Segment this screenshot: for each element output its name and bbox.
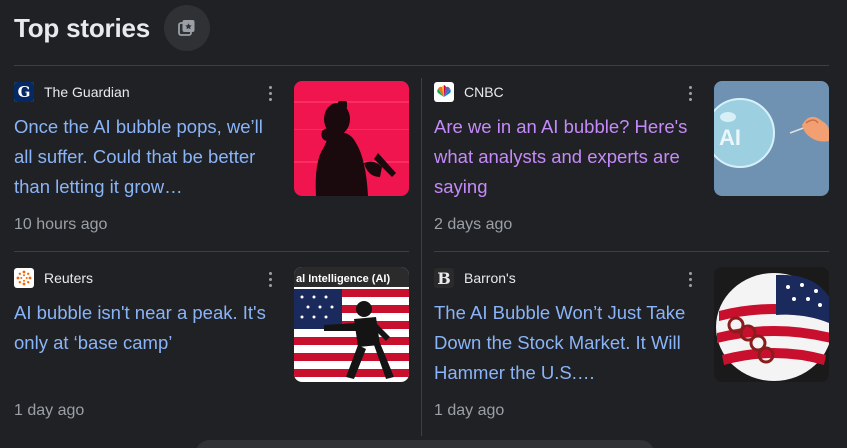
cnbc-logo-icon [434, 82, 454, 102]
more-options-button[interactable] [680, 82, 700, 104]
story-headline-link[interactable]: Once the AI bubble pops, we’ll all suffe… [14, 112, 276, 202]
story-card[interactable]: Reuters AI bubble isn't near a peak. It'… [14, 266, 414, 446]
story-timestamp: 1 day ago [434, 402, 505, 419]
story-thumbnail[interactable] [294, 81, 409, 196]
thumbnail-caption: al Intelligence (AI) [296, 273, 390, 285]
guardian-logo-icon: G [14, 82, 34, 102]
story-timestamp: 2 days ago [434, 216, 513, 233]
barrons-logo-icon: B [434, 268, 454, 288]
story-headline-link[interactable]: Are we in an AI bubble? Here's what anal… [434, 112, 696, 202]
story-thumbnail[interactable]: AI [714, 81, 829, 196]
news-stack-icon [178, 20, 195, 36]
story-headline-link[interactable]: AI bubble isn't near a peak. It's only a… [14, 298, 276, 358]
reuters-logo-icon [14, 268, 34, 288]
story-thumbnail[interactable] [714, 267, 829, 382]
more-options-button[interactable] [260, 82, 280, 104]
bubble-label: AI [719, 125, 741, 150]
section-title: Top stories [14, 12, 151, 43]
source-name: The Guardian [44, 84, 130, 100]
story-source: G The Guardian [14, 82, 130, 102]
story-timestamp: 10 hours ago [14, 216, 108, 233]
more-options-button[interactable] [260, 268, 280, 290]
story-card[interactable]: B Barron's The AI Bubble Won’t Just Take… [434, 266, 834, 446]
divider [14, 65, 829, 66]
story-card[interactable]: CNBC Are we in an AI bubble? Here's what… [434, 80, 834, 260]
story-source: Reuters [14, 268, 93, 288]
column-divider [421, 78, 422, 436]
story-timestamp: 1 day ago [14, 402, 85, 419]
svg-text:G: G [18, 83, 31, 101]
story-card[interactable]: G The Guardian Once the AI bubble pops, … [14, 80, 414, 260]
source-name: CNBC [464, 84, 504, 100]
story-source: B Barron's [434, 268, 516, 288]
story-headline-link[interactable]: The AI Bubble Won’t Just Take Down the S… [434, 298, 696, 388]
more-news-pill[interactable] [195, 440, 655, 448]
story-thumbnail[interactable]: al Intelligence (AI) [294, 267, 409, 382]
more-news-button[interactable] [164, 5, 211, 51]
story-source: CNBC [434, 82, 504, 102]
top-stories-header: Top stories [14, 5, 211, 51]
more-options-button[interactable] [680, 268, 700, 290]
svg-text:B: B [437, 269, 451, 288]
source-name: Reuters [44, 270, 94, 286]
source-name: Barron's [464, 270, 516, 286]
